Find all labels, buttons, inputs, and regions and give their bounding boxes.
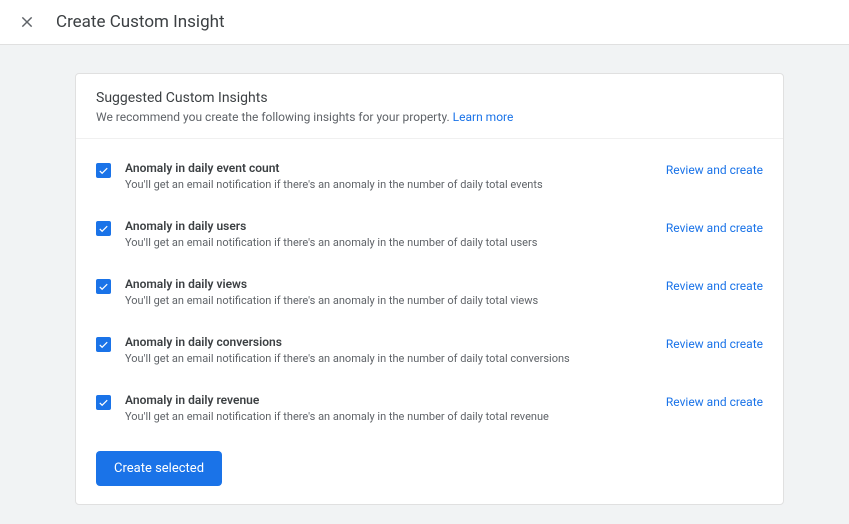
checkbox-icon[interactable]: [96, 337, 111, 352]
review-and-create-link[interactable]: Review and create: [666, 395, 763, 409]
checkbox-icon[interactable]: [96, 395, 111, 410]
card-subtitle: We recommend you create the following in…: [96, 110, 763, 124]
insight-title: Anomaly in daily users: [125, 219, 666, 233]
review-and-create-link[interactable]: Review and create: [666, 163, 763, 177]
insight-item: Anomaly in daily event count You'll get …: [76, 147, 783, 205]
page-title: Create Custom Insight: [56, 12, 225, 32]
suggested-insights-card: Suggested Custom Insights We recommend y…: [75, 73, 784, 505]
insight-text: Anomaly in daily event count You'll get …: [125, 161, 666, 191]
insight-title: Anomaly in daily event count: [125, 161, 666, 175]
insight-item: Anomaly in daily revenue You'll get an e…: [76, 379, 783, 437]
insight-text: Anomaly in daily revenue You'll get an e…: [125, 393, 666, 423]
insight-text: Anomaly in daily conversions You'll get …: [125, 335, 666, 365]
card-title: Suggested Custom Insights: [96, 90, 763, 106]
insight-title: Anomaly in daily revenue: [125, 393, 666, 407]
close-icon[interactable]: [18, 13, 36, 31]
insight-item: Anomaly in daily conversions You'll get …: [76, 321, 783, 379]
page-header: Create Custom Insight: [0, 0, 849, 45]
review-and-create-link[interactable]: Review and create: [666, 279, 763, 293]
insight-item: Anomaly in daily users You'll get an ema…: [76, 205, 783, 263]
insight-title: Anomaly in daily views: [125, 277, 666, 291]
checkbox-icon[interactable]: [96, 221, 111, 236]
card-subtitle-text: We recommend you create the following in…: [96, 110, 453, 124]
card-header: Suggested Custom Insights We recommend y…: [76, 74, 783, 139]
insight-desc: You'll get an email notification if ther…: [125, 178, 666, 191]
create-selected-button[interactable]: Create selected: [96, 451, 222, 486]
checkbox-icon[interactable]: [96, 279, 111, 294]
insight-text: Anomaly in daily users You'll get an ema…: [125, 219, 666, 249]
checkbox-icon[interactable]: [96, 163, 111, 178]
insight-desc: You'll get an email notification if ther…: [125, 352, 666, 365]
card-footer: Create selected: [76, 437, 783, 504]
review-and-create-link[interactable]: Review and create: [666, 337, 763, 351]
insight-desc: You'll get an email notification if ther…: [125, 410, 666, 423]
insight-item: Anomaly in daily views You'll get an ema…: [76, 263, 783, 321]
insight-title: Anomaly in daily conversions: [125, 335, 666, 349]
review-and-create-link[interactable]: Review and create: [666, 221, 763, 235]
insight-text: Anomaly in daily views You'll get an ema…: [125, 277, 666, 307]
insight-desc: You'll get an email notification if ther…: [125, 236, 666, 249]
learn-more-link[interactable]: Learn more: [453, 110, 514, 124]
insight-list: Anomaly in daily event count You'll get …: [76, 139, 783, 437]
insight-desc: You'll get an email notification if ther…: [125, 294, 666, 307]
content-wrapper: Suggested Custom Insights We recommend y…: [0, 45, 849, 505]
